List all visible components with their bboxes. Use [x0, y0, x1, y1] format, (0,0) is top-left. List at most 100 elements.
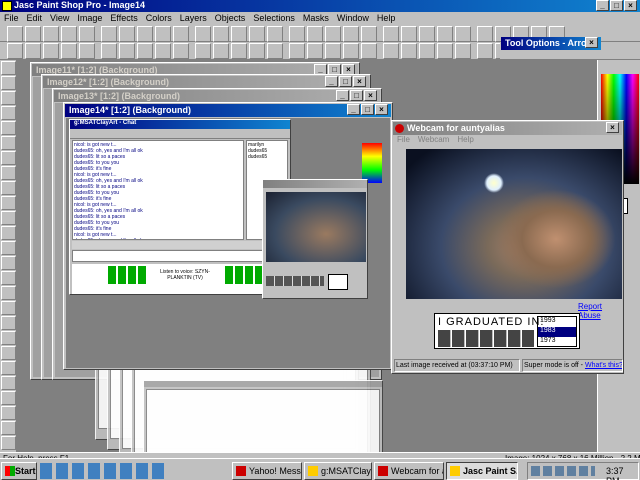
- palette-button-1[interactable]: [25, 43, 41, 59]
- tool-button-4[interactable]: [1, 121, 16, 135]
- webcam-menu-file[interactable]: File: [397, 135, 410, 144]
- tool-button-21[interactable]: [1, 376, 16, 390]
- palette-button-18[interactable]: [343, 43, 359, 59]
- palette-button-24[interactable]: [455, 43, 471, 59]
- palette-button-22[interactable]: [419, 43, 435, 59]
- toolbar-button-8[interactable]: [155, 26, 171, 42]
- toolbar-button-25[interactable]: [477, 26, 493, 42]
- palette-button-25[interactable]: [477, 43, 493, 59]
- palette-button-19[interactable]: [361, 43, 377, 59]
- menu-objects[interactable]: Objects: [215, 13, 246, 23]
- palette-button-9[interactable]: [173, 43, 189, 59]
- taskbar-webcam[interactable]: Webcam for au...: [374, 462, 444, 480]
- palette-button-5[interactable]: [101, 43, 117, 59]
- menu-help[interactable]: Help: [377, 13, 396, 23]
- menu-colors[interactable]: Colors: [146, 13, 172, 23]
- toolbar-button-1[interactable]: [25, 26, 41, 42]
- palette-button-16[interactable]: [307, 43, 323, 59]
- palette-button-20[interactable]: [383, 43, 399, 59]
- toolbar-button-23[interactable]: [437, 26, 453, 42]
- tool-button-19[interactable]: [1, 346, 16, 360]
- minimize-button[interactable]: _: [336, 90, 349, 101]
- menu-file[interactable]: File: [4, 13, 19, 23]
- tool-button-12[interactable]: [1, 241, 16, 255]
- tool-button-6[interactable]: [1, 151, 16, 165]
- years-list[interactable]: 1993 1983 1973: [537, 316, 577, 347]
- tool-button-7[interactable]: [1, 166, 16, 180]
- start-button[interactable]: Start: [1, 462, 37, 480]
- toolbar-button-24[interactable]: [455, 26, 471, 42]
- palette-button-2[interactable]: [43, 43, 59, 59]
- menu-view[interactable]: View: [50, 13, 69, 23]
- graduated-ad[interactable]: I GRADUATED IN: 1993 1983 1973: [434, 313, 580, 349]
- webcam-menu-help[interactable]: Help: [457, 135, 473, 144]
- year-option-1973[interactable]: 1973: [538, 337, 576, 347]
- image14-close-button[interactable]: ×: [375, 104, 388, 115]
- close-button[interactable]: ×: [624, 0, 637, 11]
- taskbar-chat[interactable]: g:MSATClayArt...: [304, 462, 372, 480]
- chat-input[interactable]: [72, 250, 288, 262]
- tool-button-13[interactable]: [1, 256, 16, 270]
- tool-button-17[interactable]: [1, 316, 16, 330]
- tool-button-25[interactable]: [1, 436, 16, 450]
- palette-button-10[interactable]: [195, 43, 211, 59]
- report-abuse-link[interactable]: Report Abuse: [578, 302, 623, 320]
- webcam-menu-webcam[interactable]: Webcam: [418, 135, 449, 144]
- whats-this-link[interactable]: What's this?: [585, 362, 622, 369]
- toolbar-button-12[interactable]: [231, 26, 247, 42]
- tool-options-close-button[interactable]: ×: [585, 37, 598, 48]
- webcam-window[interactable]: Webcam for auntyalias × File Webcam Help R…: [391, 120, 624, 374]
- palette-button-6[interactable]: [119, 43, 135, 59]
- webcam-close-button[interactable]: ×: [606, 122, 619, 133]
- palette-button-12[interactable]: [231, 43, 247, 59]
- taskbar-yahoo-messenger[interactable]: Yahoo! Messen...: [232, 462, 302, 480]
- close-button[interactable]: ×: [353, 76, 366, 87]
- maximize-button[interactable]: □: [339, 76, 352, 87]
- maximize-button[interactable]: □: [610, 0, 623, 11]
- toolbar-button-15[interactable]: [289, 26, 305, 42]
- menu-effects[interactable]: Effects: [110, 13, 137, 23]
- image14-maximize-button[interactable]: □: [361, 104, 374, 115]
- tool-button-18[interactable]: [1, 331, 16, 345]
- palette-button-15[interactable]: [289, 43, 305, 59]
- toolbar-button-7[interactable]: [137, 26, 153, 42]
- toolbar-button-2[interactable]: [43, 26, 59, 42]
- toolbar-button-3[interactable]: [61, 26, 77, 42]
- tool-button-24[interactable]: [1, 421, 16, 435]
- toolbar-button-20[interactable]: [383, 26, 399, 42]
- close-button[interactable]: ×: [364, 90, 377, 101]
- palette-button-7[interactable]: [137, 43, 153, 59]
- tool-button-22[interactable]: [1, 391, 16, 405]
- toolbar-button-18[interactable]: [343, 26, 359, 42]
- toolbar-button-9[interactable]: [173, 26, 189, 42]
- toolbar-button-19[interactable]: [361, 26, 377, 42]
- tool-button-3[interactable]: [1, 106, 16, 120]
- toolbar-button-21[interactable]: [401, 26, 417, 42]
- tool-button-1[interactable]: [1, 76, 16, 90]
- menu-image[interactable]: Image: [77, 13, 102, 23]
- menu-selections[interactable]: Selections: [253, 13, 295, 23]
- toolbar-button-22[interactable]: [419, 26, 435, 42]
- palette-button-23[interactable]: [437, 43, 453, 59]
- toolbar-button-6[interactable]: [119, 26, 135, 42]
- image14-window[interactable]: Image14* [1:2] (Background) _ □ × g:MSAT…: [63, 102, 393, 370]
- tool-button-8[interactable]: [1, 181, 16, 195]
- palette-button-0[interactable]: [7, 43, 23, 59]
- toolbar-button-10[interactable]: [195, 26, 211, 42]
- minimize-button[interactable]: _: [325, 76, 338, 87]
- tool-button-11[interactable]: [1, 226, 16, 240]
- taskbar-paint-shop-pro[interactable]: Jasc Paint S...: [446, 462, 518, 480]
- toolbar-button-4[interactable]: [79, 26, 95, 42]
- palette-button-13[interactable]: [249, 43, 265, 59]
- tool-button-0[interactable]: [1, 61, 16, 75]
- palette-button-11[interactable]: [213, 43, 229, 59]
- palette-button-8[interactable]: [155, 43, 171, 59]
- tool-button-23[interactable]: [1, 406, 16, 420]
- palette-button-14[interactable]: [267, 43, 283, 59]
- toolbar-button-16[interactable]: [307, 26, 323, 42]
- minimize-button[interactable]: _: [596, 0, 609, 11]
- menu-layers[interactable]: Layers: [180, 13, 207, 23]
- palette-button-4[interactable]: [79, 43, 95, 59]
- toolbar-button-5[interactable]: [101, 26, 117, 42]
- menu-window[interactable]: Window: [337, 13, 369, 23]
